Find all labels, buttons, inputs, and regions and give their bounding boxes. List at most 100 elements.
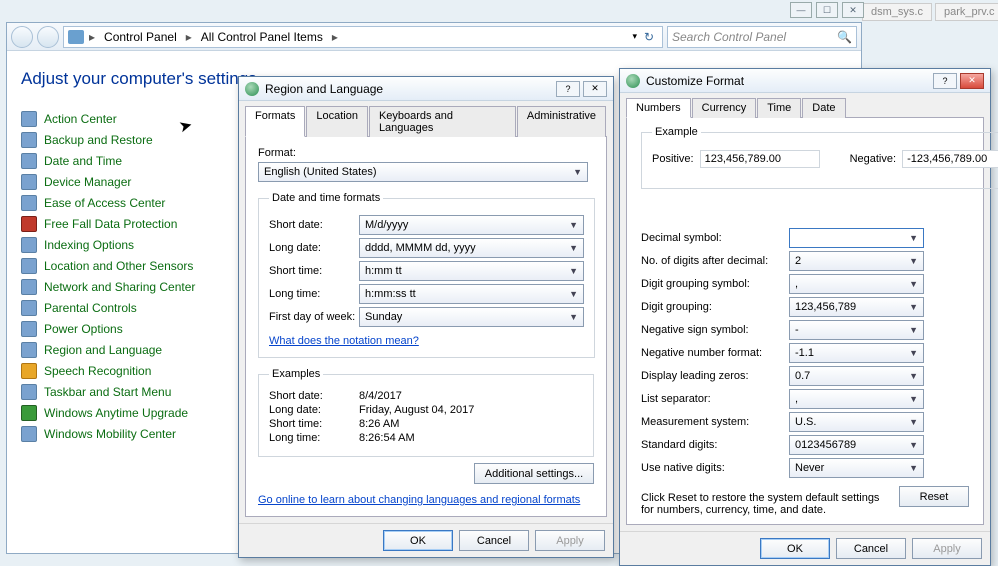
cancel-button[interactable]: Cancel <box>836 538 906 559</box>
crumb-item[interactable]: Control Panel <box>100 30 181 44</box>
format-label: Format: <box>258 147 594 159</box>
cp-item[interactable]: Action Center <box>21 111 195 127</box>
cp-item[interactable]: Backup and Restore <box>21 132 195 148</box>
help-button[interactable]: ? <box>556 81 580 97</box>
apply-button[interactable]: Apply <box>912 538 982 559</box>
cp-item-icon <box>21 426 37 442</box>
ok-button[interactable]: OK <box>760 538 830 559</box>
cp-item-label: Free Fall Data Protection <box>44 217 177 231</box>
example-group: Example Positive: 123,456,789.00 Negativ… <box>641 126 998 189</box>
cp-item-label: Device Manager <box>44 175 131 189</box>
nav-back-button[interactable] <box>11 26 33 48</box>
examples-group: Examples Short date:8/4/2017 Long date:F… <box>258 368 594 457</box>
tab-keyboards[interactable]: Keyboards and Languages <box>369 106 516 137</box>
cp-item[interactable]: Windows Mobility Center <box>21 426 195 442</box>
cp-item[interactable]: Taskbar and Start Menu <box>21 384 195 400</box>
cp-item[interactable]: Location and Other Sensors <box>21 258 195 274</box>
minimize-button[interactable]: — <box>790 2 812 18</box>
cp-item-icon <box>21 405 37 421</box>
cp-item[interactable]: Date and Time <box>21 153 195 169</box>
nav-forward-button[interactable] <box>37 26 59 48</box>
native-digits-select[interactable]: Never▼ <box>789 458 924 478</box>
short-date-select[interactable]: M/d/yyyy▼ <box>359 215 584 235</box>
notation-link[interactable]: What does the notation mean? <box>269 335 419 347</box>
dialog-close-button[interactable]: ✕ <box>583 81 607 97</box>
crumb-item[interactable]: All Control Panel Items <box>197 30 327 44</box>
cp-item-icon <box>21 174 37 190</box>
tab-time[interactable]: Time <box>757 98 801 118</box>
tab-bar: Formats Location Keyboards and Languages… <box>239 101 613 136</box>
close-button[interactable]: ✕ <box>842 2 864 18</box>
cp-item-label: Location and Other Sensors <box>44 259 193 273</box>
tab-formats[interactable]: Formats <box>245 106 305 137</box>
additional-settings-button[interactable]: Additional settings... <box>474 463 594 484</box>
tab-currency[interactable]: Currency <box>692 98 757 118</box>
help-button[interactable]: ? <box>933 73 957 89</box>
leading-zeros-select[interactable]: 0.7▼ <box>789 366 924 386</box>
first-day-select[interactable]: Sunday▼ <box>359 307 584 327</box>
cp-item[interactable]: Device Manager <box>21 174 195 190</box>
negative-format-select[interactable]: -1.1▼ <box>789 343 924 363</box>
cp-item-label: Speech Recognition <box>44 364 151 378</box>
cp-item[interactable]: Power Options <box>21 321 195 337</box>
cp-item[interactable]: Free Fall Data Protection <box>21 216 195 232</box>
cp-item[interactable]: Network and Sharing Center <box>21 279 195 295</box>
cp-item[interactable]: Speech Recognition <box>21 363 195 379</box>
search-input[interactable]: Search Control Panel 🔍 <box>667 26 857 48</box>
cp-item-label: Action Center <box>44 112 117 126</box>
apply-button[interactable]: Apply <box>535 530 605 551</box>
cp-item[interactable]: Region and Language <box>21 342 195 358</box>
tab-numbers[interactable]: Numbers <box>626 98 691 118</box>
control-panel-icon <box>68 30 84 44</box>
format-select[interactable]: English (United States)▼ <box>258 162 588 182</box>
measurement-select[interactable]: U.S.▼ <box>789 412 924 432</box>
example-long-time: 8:26:54 AM <box>359 432 415 444</box>
grouping-symbol-select[interactable]: ,▼ <box>789 274 924 294</box>
reset-button[interactable]: Reset <box>899 486 969 507</box>
cp-item-icon <box>21 279 37 295</box>
cp-item-label: Region and Language <box>44 343 162 357</box>
cp-item-label: Ease of Access Center <box>44 196 165 210</box>
online-link[interactable]: Go online to learn about changing langua… <box>258 494 580 506</box>
tab-administrative[interactable]: Administrative <box>517 106 606 137</box>
window-controls: — ☐ ✕ <box>790 2 864 18</box>
dialog-titlebar: Region and Language ? ✕ <box>239 77 613 101</box>
cp-item[interactable]: Parental Controls <box>21 300 195 316</box>
cp-item-label: Windows Mobility Center <box>44 427 176 441</box>
digits-after-select[interactable]: 2▼ <box>789 251 924 271</box>
cp-item-label: Indexing Options <box>44 238 134 252</box>
breadcrumb[interactable]: Control Panel All Control Panel Items ▾↻ <box>63 26 663 48</box>
refresh-icon[interactable]: ↻ <box>640 30 658 44</box>
standard-digits-select[interactable]: 0123456789▼ <box>789 435 924 455</box>
negative-label: Negative: <box>850 153 896 165</box>
cp-item-icon <box>21 321 37 337</box>
cp-item[interactable]: Ease of Access Center <box>21 195 195 211</box>
dialog-title: Customize Format <box>646 74 744 88</box>
tab-location[interactable]: Location <box>306 106 368 137</box>
decimal-symbol-select[interactable]: ▼ <box>789 228 924 248</box>
customize-format-dialog: Customize Format ? ✕ Numbers Currency Ti… <box>619 68 991 566</box>
cp-item[interactable]: Windows Anytime Upgrade <box>21 405 195 421</box>
cancel-button[interactable]: Cancel <box>459 530 529 551</box>
dialog-close-button[interactable]: ✕ <box>960 73 984 89</box>
long-time-select[interactable]: h:mm:ss tt▼ <box>359 284 584 304</box>
reset-hint: Click Reset to restore the system defaul… <box>641 492 889 516</box>
tab-date[interactable]: Date <box>802 98 845 118</box>
long-date-select[interactable]: dddd, MMMM dd, yyyy▼ <box>359 238 584 258</box>
dialog-button-bar: OK Cancel Apply <box>239 523 613 557</box>
maximize-button[interactable]: ☐ <box>816 2 838 18</box>
negative-sign-select[interactable]: -▼ <box>789 320 924 340</box>
ok-button[interactable]: OK <box>383 530 453 551</box>
cp-item-label: Backup and Restore <box>44 133 153 147</box>
cp-item-icon <box>21 363 37 379</box>
digit-grouping-select[interactable]: 123,456,789▼ <box>789 297 924 317</box>
cp-item-icon <box>21 111 37 127</box>
cp-item-label: Parental Controls <box>44 301 137 315</box>
cp-item-icon <box>21 195 37 211</box>
cp-item-label: Power Options <box>44 322 123 336</box>
dialog-titlebar: Customize Format ? ✕ <box>620 69 990 93</box>
list-separator-select[interactable]: ,▼ <box>789 389 924 409</box>
cp-item-icon <box>21 384 37 400</box>
cp-item[interactable]: Indexing Options <box>21 237 195 253</box>
short-time-select[interactable]: h:mm tt▼ <box>359 261 584 281</box>
